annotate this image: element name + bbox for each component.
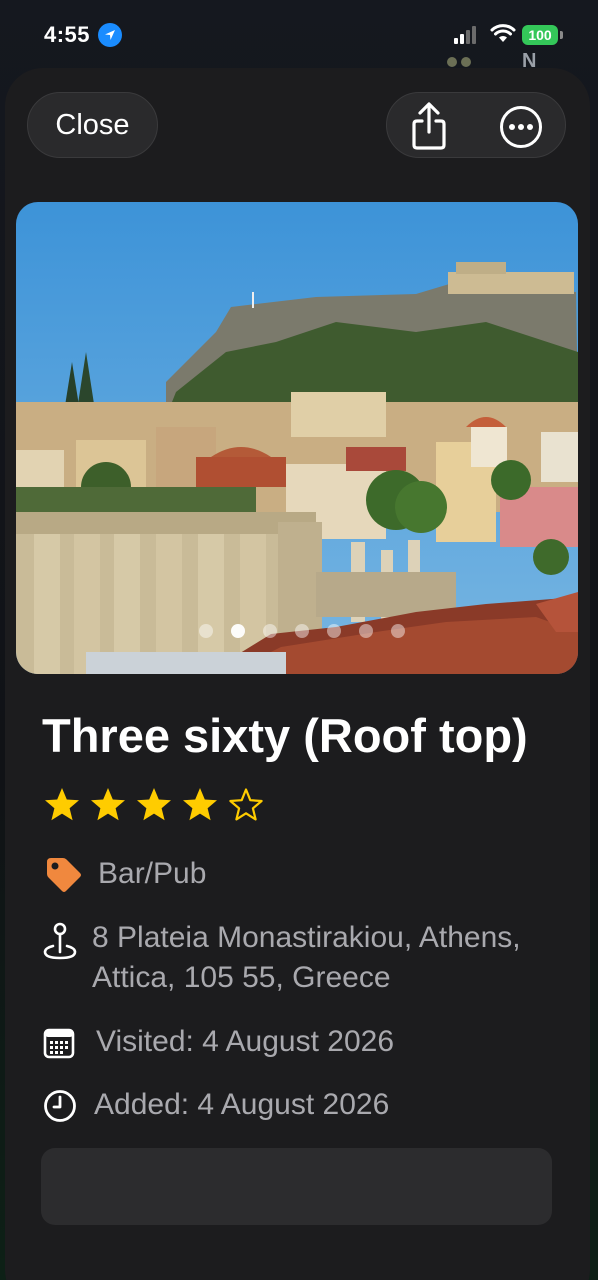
category-row: Bar/Pub bbox=[43, 854, 343, 894]
more-options-icon[interactable] bbox=[499, 105, 543, 149]
star-empty-icon bbox=[229, 788, 263, 821]
page-dot[interactable] bbox=[263, 624, 277, 638]
page-dot[interactable] bbox=[359, 624, 373, 638]
tag-icon bbox=[47, 858, 81, 892]
address-line-1: 8 Plateia Monastirakiou, Athens, bbox=[92, 921, 521, 954]
star-filled-icon bbox=[45, 788, 79, 821]
page-dot[interactable] bbox=[295, 624, 309, 638]
photo-page-indicator[interactable] bbox=[199, 624, 423, 640]
battery-indicator: 100 bbox=[522, 25, 558, 45]
page-dot[interactable] bbox=[327, 624, 341, 638]
place-title: Three sixty (Roof top) bbox=[42, 709, 528, 762]
header-actions bbox=[386, 92, 566, 158]
star-filled-icon bbox=[137, 788, 171, 821]
battery-tip bbox=[560, 31, 563, 39]
photo-illustration bbox=[16, 202, 578, 674]
clock-icon bbox=[44, 1090, 76, 1122]
cellular-signal-icon bbox=[454, 26, 476, 44]
status-bar: 4:55 100 N bbox=[0, 0, 598, 72]
address-row[interactable]: 8 Plateia Monastirakiou, Athens, Attica,… bbox=[43, 918, 563, 1000]
place-detail-sheet: Close Three sixty (Roof top) Bar/Pub 8 P… bbox=[5, 68, 590, 1280]
added-date: Added: 4 August 2026 bbox=[94, 1088, 390, 1121]
star-filled-icon bbox=[91, 788, 125, 821]
location-arrow-icon bbox=[98, 23, 122, 47]
added-row: Added: 4 August 2026 bbox=[43, 1085, 563, 1125]
wifi-icon bbox=[490, 24, 516, 42]
star-filled-icon bbox=[183, 788, 217, 821]
place-photo[interactable] bbox=[16, 202, 578, 674]
category-label: Bar/Pub bbox=[98, 857, 207, 890]
notes-card[interactable] bbox=[41, 1148, 552, 1225]
map-pin-icon bbox=[43, 922, 77, 960]
page-dot[interactable] bbox=[391, 624, 405, 638]
address-line-2: Attica, 105 55, Greece bbox=[92, 961, 391, 994]
status-time: 4:55 bbox=[44, 22, 91, 47]
visited-row: Visited: 4 August 2026 bbox=[43, 1022, 563, 1062]
visited-date: Visited: 4 August 2026 bbox=[96, 1025, 395, 1058]
calendar-icon bbox=[43, 1028, 75, 1059]
close-button[interactable]: Close bbox=[27, 92, 158, 158]
screen: 4:55 100 N Close Three sixty (Roof top) … bbox=[0, 0, 598, 1280]
share-icon[interactable] bbox=[405, 101, 453, 151]
page-dot-active[interactable] bbox=[231, 624, 245, 638]
page-dot[interactable] bbox=[199, 624, 213, 638]
